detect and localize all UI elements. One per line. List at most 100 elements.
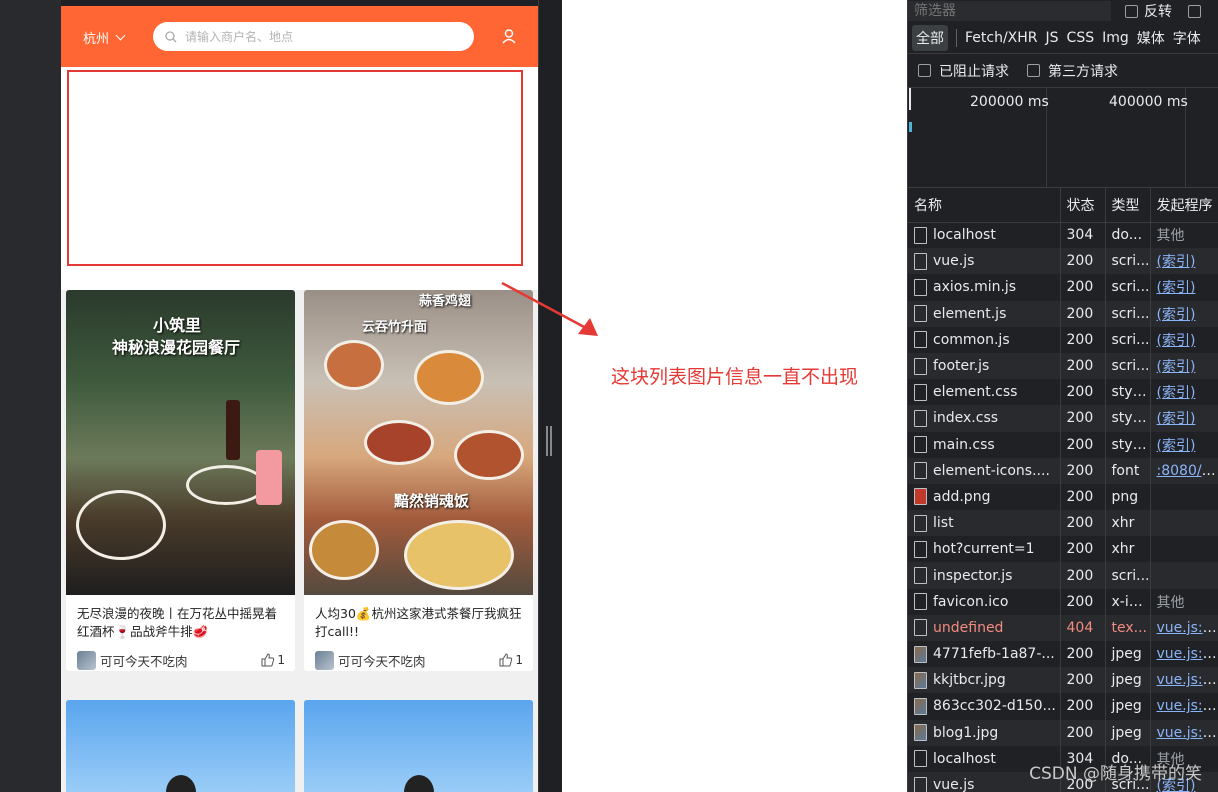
tab-img[interactable]: Img: [1098, 27, 1133, 49]
tab-all[interactable]: 全部: [912, 24, 948, 51]
column-initiator[interactable]: 发起程序: [1150, 188, 1218, 223]
initiator-link[interactable]: vue.js:6...: [1157, 620, 1218, 636]
initiator-link[interactable]: (索引): [1157, 359, 1196, 375]
cell-name[interactable]: vue.js: [908, 248, 1061, 275]
user-icon[interactable]: [502, 29, 516, 44]
like-button[interactable]: 1: [261, 653, 285, 667]
blog-card[interactable]: 蒜香鸡翅 云吞竹升面 黯然销魂饭 人均30💰杭州这家港式茶餐厅我疯狂打call!…: [304, 290, 533, 671]
avatar[interactable]: [315, 650, 334, 670]
table-row[interactable]: element.js 200 scri... (索引): [908, 300, 1218, 327]
table-row[interactable]: kkjtbcr.jpg 200jpeg vue.js:6...: [908, 667, 1218, 694]
cell-name[interactable]: add.png: [908, 483, 1061, 511]
blocked-requests-checkbox[interactable]: [918, 64, 931, 77]
invert-checkbox[interactable]: [1125, 4, 1138, 18]
cell-name[interactable]: element-icons....: [908, 457, 1061, 484]
cell-name[interactable]: common.js: [908, 326, 1061, 353]
avatar[interactable]: [77, 650, 96, 670]
search-box[interactable]: [153, 22, 474, 51]
cell-name[interactable]: favicon.ico: [908, 588, 1061, 615]
table-row[interactable]: footer.js 200 scri... (索引): [908, 352, 1218, 380]
initiator-link[interactable]: (索引): [1157, 254, 1196, 270]
initiator-link[interactable]: (索引): [1157, 307, 1196, 323]
cell-initiator[interactable]: (索引): [1150, 248, 1218, 275]
cell-initiator[interactable]: vue.js:6...: [1150, 719, 1218, 746]
initiator-link[interactable]: (索引): [1157, 280, 1196, 296]
table-row[interactable]: add.png 200 png: [908, 483, 1218, 511]
cell-initiator[interactable]: vue.js:6...: [1150, 614, 1218, 641]
extra-checkbox[interactable]: [1188, 4, 1201, 18]
cell-name[interactable]: list: [908, 510, 1061, 537]
cell-initiator[interactable]: vue.js:6...: [1150, 667, 1218, 694]
initiator-link[interactable]: vue.js:6...: [1157, 698, 1218, 714]
like-button[interactable]: 1: [499, 653, 523, 667]
table-row[interactable]: 863cc302-d150...200jpeg vue.js:6...: [908, 693, 1218, 720]
blog-card[interactable]: [304, 700, 533, 792]
table-row[interactable]: inspector.js 200 scri...: [908, 562, 1218, 589]
table-row[interactable]: element-icons.... 200 font:8080/c...: [908, 457, 1218, 484]
table-row[interactable]: blog1.jpg 200jpeg vue.js:6...: [908, 719, 1218, 746]
table-row[interactable]: main.css 200 styl... (索引): [908, 431, 1218, 458]
cell-name[interactable]: 4771fefb-1a87-...: [908, 641, 1061, 668]
blog-card-image[interactable]: [66, 700, 295, 792]
cell-name[interactable]: 863cc302-d150...: [908, 693, 1061, 720]
cell-name[interactable]: index.css: [908, 405, 1061, 432]
search-input[interactable]: [185, 29, 445, 44]
table-row[interactable]: axios.min.js 200 scri... (索引): [908, 274, 1218, 301]
network-timeline[interactable]: 200000 ms 400000 ms: [908, 88, 1218, 188]
blog-card-image[interactable]: 小筑里 神秘浪漫花园餐厅: [66, 290, 295, 595]
initiator-link[interactable]: vue.js:6...: [1157, 725, 1218, 741]
tab-fetch-xhr[interactable]: Fetch/XHR: [961, 27, 1042, 49]
table-row[interactable]: favicon.ico 200 x-ic... 其他: [908, 588, 1218, 615]
author-name[interactable]: 可可今天不吃肉: [100, 651, 261, 670]
blog-card-image[interactable]: [304, 700, 533, 792]
column-type[interactable]: 类型: [1105, 188, 1151, 223]
cell-initiator[interactable]: (索引): [1150, 431, 1218, 458]
panel-splitter[interactable]: [538, 0, 561, 792]
blog-card[interactable]: [66, 700, 295, 792]
cell-name[interactable]: hot?current=1: [908, 536, 1061, 563]
cell-initiator[interactable]: vue.js:6...: [1150, 693, 1218, 720]
cell-initiator[interactable]: (索引): [1150, 326, 1218, 353]
tab-media[interactable]: 媒体: [1133, 25, 1169, 51]
initiator-link[interactable]: vue.js:6...: [1157, 646, 1218, 662]
cell-name[interactable]: inspector.js: [908, 562, 1061, 589]
cell-initiator[interactable]: (索引): [1150, 379, 1218, 406]
table-row[interactable]: 4771fefb-1a87-... 200jpeg vue.js:6...: [908, 641, 1218, 668]
initiator-link[interactable]: (索引): [1157, 385, 1196, 401]
resize-grip-icon[interactable]: [546, 426, 552, 456]
blog-card-title[interactable]: 人均30💰杭州这家港式茶餐厅我疯狂打call!!: [304, 595, 533, 647]
cell-name[interactable]: element.css: [908, 379, 1061, 406]
initiator-link[interactable]: :8080/c...: [1157, 463, 1218, 479]
initiator-link[interactable]: (索引): [1157, 438, 1196, 454]
table-row[interactable]: undefined 404tex... vue.js:6...: [908, 614, 1218, 641]
tab-font[interactable]: 字体: [1169, 25, 1205, 51]
initiator-link[interactable]: (索引): [1157, 411, 1196, 427]
column-name[interactable]: 名称: [908, 188, 1061, 223]
third-party-checkbox[interactable]: [1027, 64, 1040, 77]
filter-input[interactable]: [908, 1, 1111, 21]
cell-name[interactable]: footer.js: [908, 352, 1061, 380]
column-status[interactable]: 状态: [1060, 188, 1106, 223]
cell-name[interactable]: kkjtbcr.jpg: [908, 667, 1061, 694]
table-row[interactable]: hot?current=1 200 xhr: [908, 536, 1218, 563]
cell-initiator[interactable]: :8080/c...: [1150, 457, 1218, 484]
cell-name[interactable]: localhost: [908, 222, 1061, 249]
cell-initiator[interactable]: vue.js:6...: [1150, 641, 1218, 668]
city-selector[interactable]: 杭州: [83, 28, 126, 47]
table-row[interactable]: vue.js 200 scri... (索引): [908, 248, 1218, 275]
initiator-link[interactable]: (索引): [1157, 333, 1196, 349]
cell-name[interactable]: axios.min.js: [908, 274, 1061, 301]
tab-css[interactable]: CSS: [1063, 27, 1099, 49]
cell-name[interactable]: blog1.jpg: [908, 719, 1061, 746]
blog-card-title[interactable]: 无尽浪漫的夜晚丨在万花丛中摇晃着红酒杯🍷品战斧牛排🥩: [66, 595, 295, 647]
table-row[interactable]: localhost 304 do... 其他: [908, 222, 1218, 249]
table-row[interactable]: list 200 xhr: [908, 510, 1218, 537]
tab-js[interactable]: JS: [1042, 27, 1063, 49]
table-row[interactable]: common.js 200 scri... (索引): [908, 326, 1218, 353]
cell-initiator[interactable]: (索引): [1150, 274, 1218, 301]
cell-name[interactable]: element.js: [908, 300, 1061, 327]
cell-initiator[interactable]: (索引): [1150, 300, 1218, 327]
cell-initiator[interactable]: (索引): [1150, 352, 1218, 380]
cell-name[interactable]: undefined: [908, 614, 1061, 641]
blog-card[interactable]: 小筑里 神秘浪漫花园餐厅 无尽浪漫的夜晚丨在万花丛中摇晃着红酒杯🍷品战斧牛排🥩 …: [66, 290, 295, 671]
